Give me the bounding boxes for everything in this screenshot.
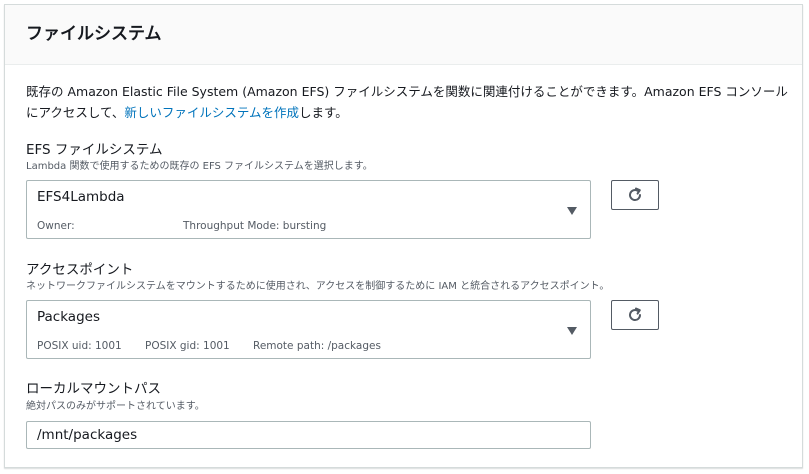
caret-down-icon: [567, 207, 577, 215]
caret-down-icon: [567, 327, 577, 335]
refresh-icon: [629, 307, 642, 321]
efs-file-system-select[interactable]: EFS4Lambda Owner: Throughput Mode: burst…: [26, 180, 591, 239]
posix-uid-meta: POSIX uid: 1001: [37, 340, 122, 352]
panel-description: 既存の Amazon Elastic File System (Amazon E…: [26, 81, 796, 123]
access-point-help: ネットワークファイルシステムをマウントするために使用され、アクセスを制御するため…: [26, 281, 610, 292]
panel-header: ファイルシステム: [5, 5, 802, 65]
access-point-selected-value: Packages: [37, 309, 100, 325]
access-point-label: アクセスポイント: [26, 262, 134, 278]
access-point-select[interactable]: Packages POSIX uid: 1001 POSIX gid: 1001…: [26, 300, 591, 359]
efs-refresh-button[interactable]: [611, 180, 659, 210]
access-point-refresh-button[interactable]: [611, 300, 659, 330]
efs-owner-meta: Owner:: [37, 220, 75, 232]
create-file-system-link[interactable]: 新しいファイルシステムを作成: [124, 105, 299, 120]
local-mount-path-input[interactable]: [26, 421, 591, 449]
refresh-icon: [629, 187, 642, 201]
efs-file-system-label: EFS ファイルシステム: [26, 142, 163, 158]
efs-file-system-selected-value: EFS4Lambda: [37, 189, 125, 205]
efs-file-system-help: Lambda 関数で使用するための既存の EFS ファイルシステムを選択します。: [26, 161, 373, 172]
file-system-panel: ファイルシステム 既存の Amazon Elastic File System …: [4, 4, 803, 468]
posix-gid-meta: POSIX gid: 1001: [145, 340, 230, 352]
local-mount-path-help: 絶対パスのみがサポートされています。: [26, 401, 205, 412]
efs-throughput-meta: Throughput Mode: bursting: [183, 220, 327, 232]
local-mount-path-label: ローカルマウントパス: [26, 381, 161, 397]
remote-path-meta: Remote path: /packages: [253, 340, 381, 352]
description-text-after: します。: [299, 105, 348, 120]
panel-title: ファイルシステム: [26, 24, 162, 44]
